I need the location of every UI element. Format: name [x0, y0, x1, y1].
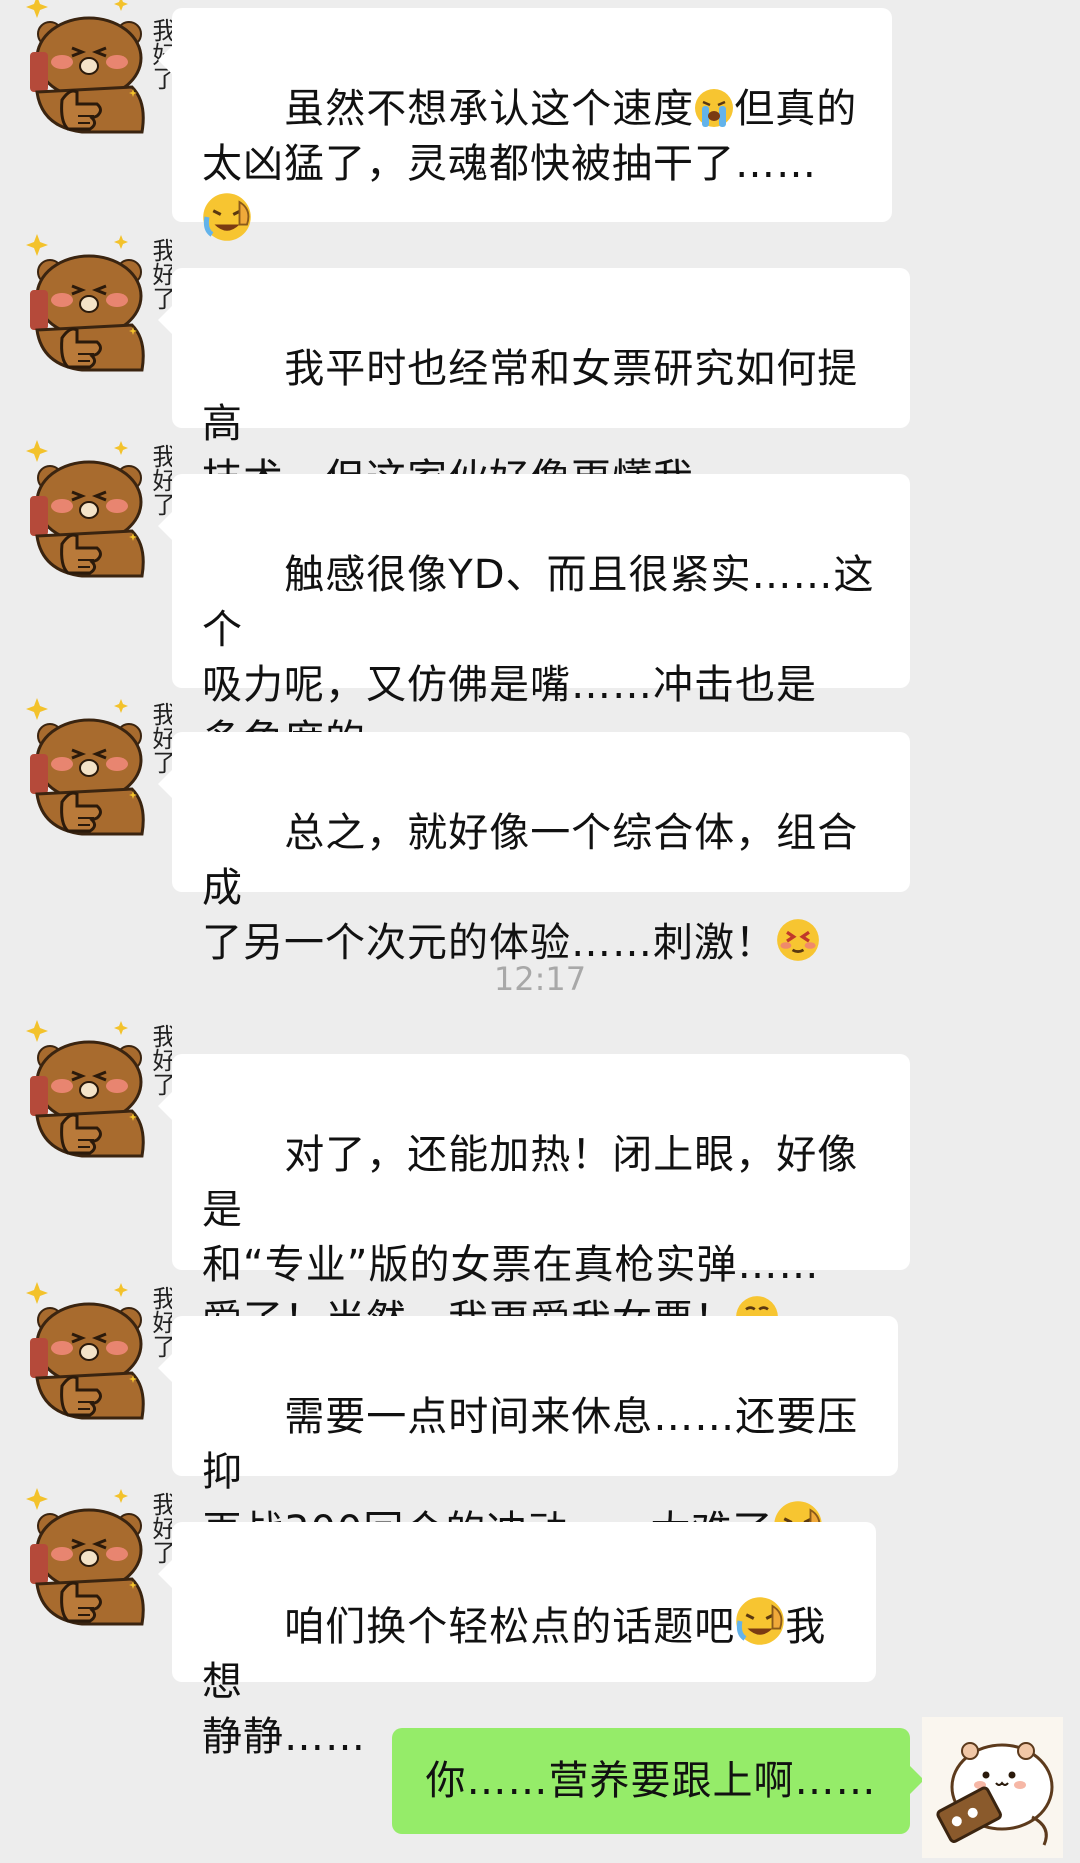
message-bubble[interactable]: 触感很像YD、而且很紧实……这个吸力呢，又仿佛是嘴……冲击也是多角度的…… — [158, 474, 910, 763]
svg-text:我好了: 我好了 — [148, 702, 172, 774]
message-bubble[interactable]: 对了，还能加热！闭上眼，好像是和“专业”版的女票在真枪实弹……爱了！当然，我更爱… — [158, 1054, 910, 1343]
message-text: 咱们换个轻松点的话题吧 — [284, 1604, 736, 1650]
message-text: 需要一点时间来休息……还要压抑 — [202, 1394, 859, 1495]
contact-avatar[interactable]: 我好了 — [22, 694, 172, 844]
svg-text:我好了: 我好了 — [148, 1024, 172, 1096]
message-text: 我平时也经常和女票研究如何提高 — [202, 346, 859, 447]
message-text: 太凶猛了，灵魂都快被抽干了…… — [202, 141, 817, 187]
contact-avatar[interactable]: 我好了 — [22, 1484, 172, 1634]
my-message-bubble[interactable]: 你……营养要跟上啊…… — [392, 1728, 924, 1834]
contact-avatar[interactable]: 我好了 — [22, 1016, 172, 1166]
contact-avatar[interactable]: 我好了 — [22, 0, 172, 142]
message-bubble[interactable]: 我平时也经常和女票研究如何提高技术，但这家伙好像更懂我…… — [158, 268, 910, 502]
contact-avatar[interactable]: 我好了 — [22, 230, 172, 380]
message-bubble[interactable]: 需要一点时间来休息……还要压抑再战300回合的冲动……太难了 — [158, 1316, 898, 1554]
chat-area: 我好了 虽然不想承认这个速度但真的太凶猛了，灵魂都快被抽干了…… 我好了 我平时… — [0, 0, 1080, 1863]
face-palm-laughing-icon — [735, 1596, 785, 1646]
hamster-with-sign-icon[interactable] — [922, 1717, 1063, 1858]
svg-text:我好了: 我好了 — [148, 238, 172, 310]
contact-avatar[interactable]: 我好了 — [22, 436, 172, 586]
excited-flushed-face-icon — [776, 918, 820, 962]
message-text: 吸力呢，又仿佛是嘴……冲击也是 — [202, 662, 817, 708]
message-text: 但真的 — [734, 86, 858, 132]
message-text: 静静…… — [202, 1714, 366, 1760]
message-bubble[interactable]: 总之，就好像一个综合体，组合成 了另一个次元的体验……刺激！ — [158, 732, 910, 966]
message-bubble[interactable]: 虽然不想承认这个速度 但真的太凶猛了，灵魂都快被抽干了…… — [158, 8, 892, 222]
message-text: 触感很像YD、而且很紧实……这个 — [202, 552, 875, 653]
message-text: 对了，还能加热！闭上眼，好像是 — [202, 1132, 859, 1233]
message-text: 虽然不想承认这个速度 — [284, 86, 695, 132]
svg-text:我好了: 我好了 — [148, 1492, 172, 1564]
message-text: 总之，就好像一个综合体，组合成 — [202, 810, 859, 911]
contact-avatar[interactable]: 我好了 — [22, 1278, 172, 1428]
svg-text:我好了: 我好了 — [148, 444, 172, 516]
chat-timestamp: 12:17 — [493, 960, 587, 998]
crying-face-icon — [694, 88, 735, 128]
svg-text:我好了: 我好了 — [148, 1286, 172, 1358]
message-text: 和“专业”版的女票在真枪实弹…… — [202, 1242, 820, 1288]
message-bubble[interactable]: 咱们换个轻松点的话题吧 我想 静静…… — [158, 1522, 876, 1760]
face-palm-laughing-icon — [202, 192, 252, 242]
